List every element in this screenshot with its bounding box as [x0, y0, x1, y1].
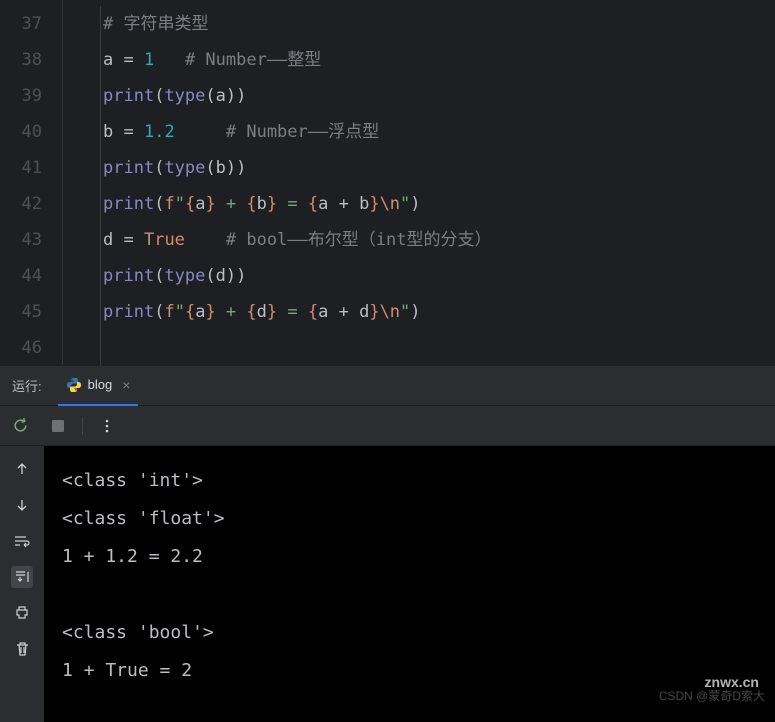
code-line[interactable]: d = True # bool——布尔型（int型的分支） — [63, 222, 775, 258]
code-line[interactable]: print(f"{a} + {d} = {a + d}\n") — [63, 294, 775, 330]
soft-wrap-icon[interactable] — [11, 530, 33, 552]
trash-icon[interactable] — [11, 638, 33, 660]
output-sidebar — [0, 446, 44, 722]
watermark-sub: CSDN @蒙奇D索大 — [659, 687, 765, 704]
code-line[interactable]: print(type(a)) — [63, 78, 775, 114]
scroll-to-end-icon[interactable] — [11, 566, 33, 588]
more-icon[interactable] — [97, 416, 117, 436]
code-line[interactable] — [63, 330, 775, 366]
code-editor[interactable]: 37383940414243444546 # 字符串类型a = 1 # Numb… — [0, 0, 775, 365]
line-number: 44 — [0, 258, 42, 294]
code-line[interactable]: print(type(d)) — [63, 258, 775, 294]
toolbar-separator — [82, 417, 83, 435]
scroll-up-icon[interactable] — [11, 458, 33, 480]
stop-icon[interactable] — [48, 416, 68, 436]
line-number: 37 — [0, 6, 42, 42]
tab-label: blog — [88, 377, 113, 392]
code-line[interactable]: b = 1.2 # Number——浮点型 — [63, 114, 775, 150]
line-number: 40 — [0, 114, 42, 150]
run-panel: 运行: blog × — [0, 365, 775, 722]
line-number: 39 — [0, 78, 42, 114]
line-number-gutter: 37383940414243444546 — [0, 0, 62, 365]
output-toolbar — [0, 406, 775, 446]
python-icon — [66, 377, 82, 393]
run-tab-bar: 运行: blog × — [0, 366, 775, 406]
line-number: 42 — [0, 186, 42, 222]
code-content[interactable]: # 字符串类型a = 1 # Number——整型print(type(a))b… — [62, 0, 775, 365]
code-line[interactable]: # 字符串类型 — [63, 6, 775, 42]
code-line[interactable]: print(f"{a} + {b} = {a + b}\n") — [63, 186, 775, 222]
output-content[interactable]: <class 'int'> <class 'float'> 1 + 1.2 = … — [44, 446, 775, 722]
line-number: 41 — [0, 150, 42, 186]
line-number: 43 — [0, 222, 42, 258]
line-number: 38 — [0, 42, 42, 78]
code-line[interactable]: print(type(b)) — [63, 150, 775, 186]
code-line[interactable]: a = 1 # Number——整型 — [63, 42, 775, 78]
scroll-down-icon[interactable] — [11, 494, 33, 516]
tab-blog[interactable]: blog × — [58, 366, 139, 406]
run-label: 运行: — [12, 376, 42, 395]
print-icon[interactable] — [11, 602, 33, 624]
close-icon[interactable]: × — [122, 377, 130, 393]
rerun-icon[interactable] — [10, 416, 30, 436]
line-number: 45 — [0, 294, 42, 330]
line-number: 46 — [0, 330, 42, 366]
